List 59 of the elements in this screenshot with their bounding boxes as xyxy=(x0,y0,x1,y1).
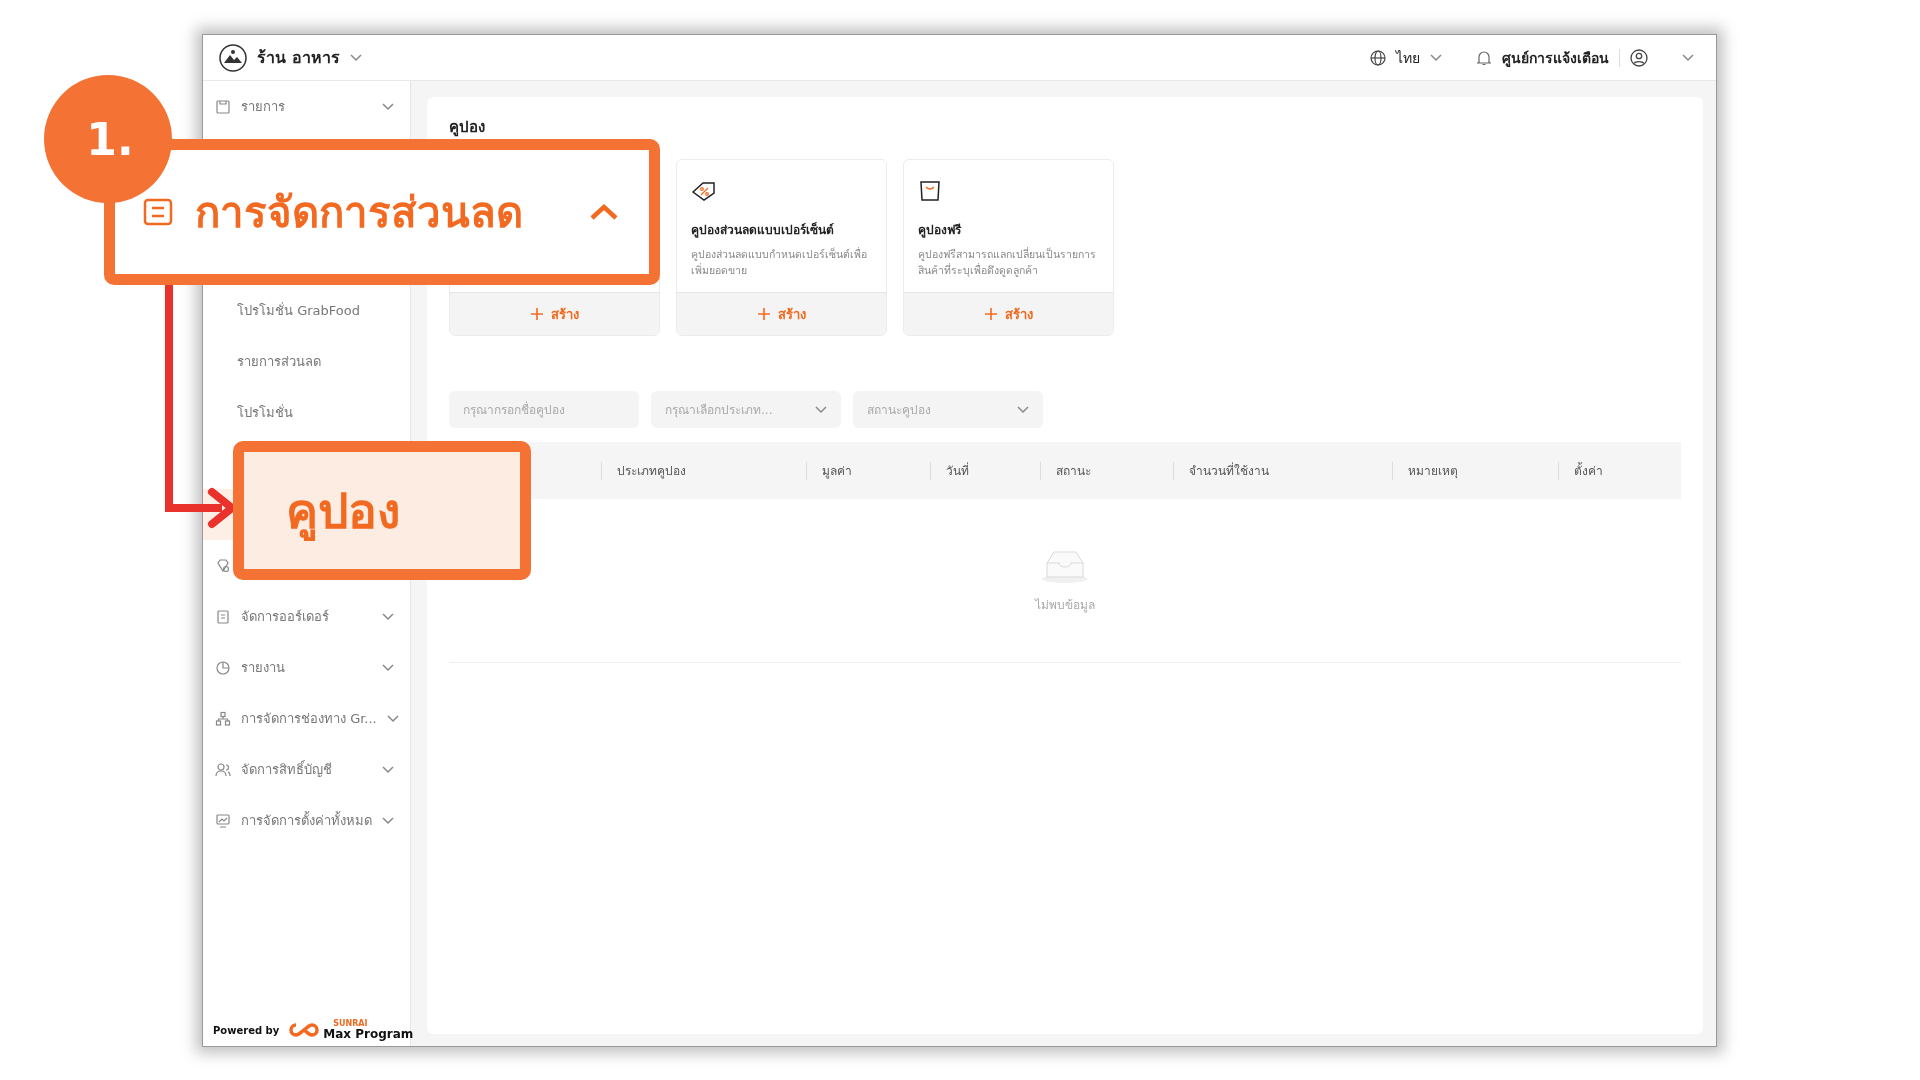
chevron-icon xyxy=(349,53,362,62)
store-name[interactable]: ร้าน อาหาร xyxy=(257,45,340,70)
sidebar-menu-group[interactable]: การจัดการตั้งค่าทั้งหมด xyxy=(203,795,410,846)
step-number-badge: 1. xyxy=(44,75,172,203)
menu-icon xyxy=(215,608,231,625)
column-header: วันที่ xyxy=(946,461,969,480)
card-description: คูปองฟรีสามารถแลกเปลี่ยนเป็นรายการสินค้าที่ระบุเพื่อดึงดูดลูกค้า xyxy=(918,247,1097,279)
chevron-icon xyxy=(1017,405,1029,414)
card-description: คูปองส่วนลดแบบกำหนดเปอร์เซ็นต์เพื่อเพิ่มยอดขาย xyxy=(691,247,868,278)
plus-icon xyxy=(530,308,543,320)
menu-icon xyxy=(215,812,231,829)
card-title: คูปองส่วนลดแบบเปอร์เซ็นต์ xyxy=(691,221,835,239)
search-field[interactable]: กรุณากรอกชื่อคูปอง xyxy=(449,391,639,428)
percent-tag-icon xyxy=(691,180,717,202)
create-button[interactable]: สร้าง xyxy=(677,292,886,335)
menu-icon xyxy=(215,710,231,727)
column-header: สถานะ xyxy=(1056,463,1091,480)
page-title: คูปอง xyxy=(449,117,486,139)
empty-inbox-icon xyxy=(1041,549,1089,583)
sidebar-menu-group[interactable]: รายงาน xyxy=(203,642,410,693)
column-header: ประเภทคูปอง xyxy=(617,463,686,480)
menu-icon xyxy=(215,98,231,115)
create-button[interactable]: สร้าง xyxy=(450,292,659,335)
sidebar-menu-item[interactable]: โปรโมชั่น GrabFood xyxy=(203,285,410,336)
chevron-icon xyxy=(1682,53,1694,62)
bell-icon[interactable] xyxy=(1476,49,1492,66)
plus-icon xyxy=(757,308,770,320)
create-button[interactable]: สร้าง xyxy=(904,292,1113,335)
sidebar-menu-item[interactable]: รายการส่วนลด xyxy=(203,336,410,387)
plus-icon xyxy=(984,308,997,320)
shop-logo-icon xyxy=(219,43,247,72)
column-header: จำนวนที่ใช้งาน xyxy=(1189,461,1269,480)
sidebar-menu-group[interactable]: จัดการสิทธิ์บัญชี xyxy=(203,744,410,795)
notification-center-link[interactable]: ศูนย์การแจ้งเตือน xyxy=(1502,46,1609,69)
sidebar-menu-group[interactable]: การจัดการช่องทาง Gr... xyxy=(203,693,410,744)
globe-icon[interactable] xyxy=(1370,49,1386,66)
column-header: หมายเหตุ xyxy=(1408,463,1458,480)
language-selector[interactable]: ไทย xyxy=(1396,46,1420,69)
brand-logo-icon xyxy=(287,1021,322,1039)
chevron-icon xyxy=(815,405,827,414)
sidebar-menu-item[interactable]: โปรโมชั่น xyxy=(203,387,410,438)
callout-label: การจัดการส่วนลด xyxy=(195,187,524,239)
sidebar-menu-group[interactable]: จัดการออร์เดอร์ xyxy=(203,591,410,642)
menu-icon xyxy=(215,659,231,676)
brand-name: Max Program xyxy=(323,1028,414,1040)
menu-icon xyxy=(215,557,231,574)
shopping-bag-icon xyxy=(918,180,942,202)
powered-by-text: Powered by xyxy=(213,1024,280,1036)
user-avatar-icon[interactable] xyxy=(1630,48,1648,67)
zoomed-menu-item-callout: คูปอง xyxy=(233,441,531,580)
no-data-text: ไม่พบข้อมูล xyxy=(1035,597,1095,614)
column-header: มูลค่า xyxy=(822,463,852,480)
discount-list-icon xyxy=(143,197,173,227)
card-title: คูปองฟรี xyxy=(918,222,963,239)
menu-icon xyxy=(215,761,231,778)
brand-subtitle: SUNRAI xyxy=(332,1020,369,1028)
sidebar-menu-group[interactable]: รายการ xyxy=(203,81,410,132)
chevron-icon xyxy=(1430,53,1442,62)
column-header: ตั้งค่า xyxy=(1574,461,1603,480)
